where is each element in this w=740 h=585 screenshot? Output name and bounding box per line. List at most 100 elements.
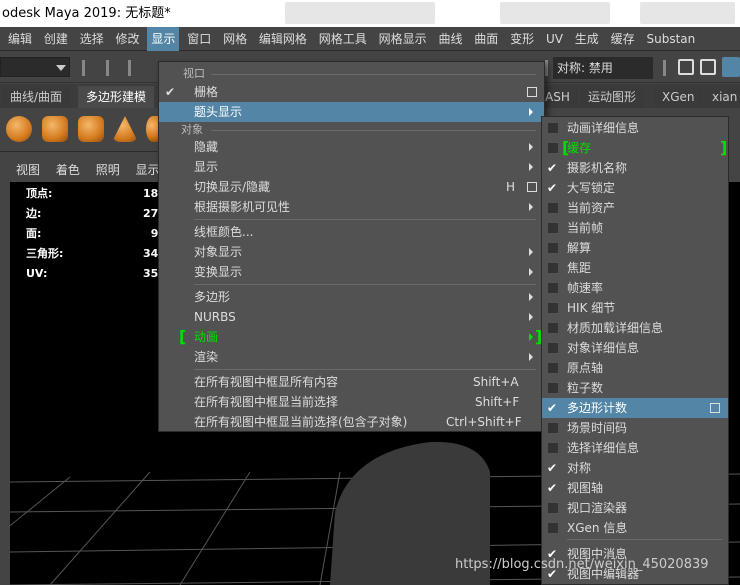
menu-edit[interactable]: 编辑	[0, 27, 36, 51]
shortcut-label: Shift+F	[475, 395, 520, 409]
menu-item-rendering[interactable]: 渲染	[159, 347, 544, 367]
submenu-arrow-icon	[529, 108, 533, 116]
hud-option-item[interactable]: 帧速率	[542, 278, 728, 298]
separator	[663, 60, 666, 76]
item-label: 当前资产	[567, 201, 616, 215]
poly-count-hud: 顶点:180 边:270 面:96 三角形:348 UV:354	[26, 184, 166, 284]
vp-menu-shading[interactable]: 着色	[50, 158, 86, 182]
menu-deform[interactable]: 变形	[506, 27, 538, 51]
hud-option-item[interactable]: 原点轴	[542, 358, 728, 378]
menu-cache[interactable]: 缓存	[607, 27, 639, 51]
menu-mesh-tools[interactable]: 网格工具	[315, 27, 371, 51]
render-view-icon[interactable]	[700, 59, 716, 75]
menu-select[interactable]: 选择	[76, 27, 108, 51]
menu-item-polygons[interactable]: 多边形	[159, 287, 544, 307]
hud-option-item[interactable]: 当前资产	[542, 198, 728, 218]
tab-curves-surfaces[interactable]: 曲线/曲面	[2, 86, 71, 108]
tab-xgen[interactable]: XGen	[654, 86, 703, 108]
menu-uv[interactable]: UV	[542, 27, 567, 51]
menu-item-show[interactable]: 显示	[159, 157, 544, 177]
menu-display[interactable]: 显示	[147, 27, 180, 51]
hud-option-item[interactable]: 粒子数	[542, 378, 728, 398]
symmetry-field[interactable]: 对称: 禁用	[553, 57, 653, 79]
tab-poly-modeling[interactable]: 多边形建模	[78, 86, 155, 108]
menu-item-heads-up-display[interactable]: 题头显示	[159, 102, 544, 122]
option-box-icon[interactable]	[710, 403, 720, 413]
menu-curves[interactable]: 曲线	[434, 27, 466, 51]
poly-sphere-icon[interactable]	[6, 116, 32, 142]
hud-option-item[interactable]: ✔ 视图轴	[542, 478, 728, 498]
menu-item-nurbs[interactable]: NURBS	[159, 307, 544, 327]
checkbox-icon	[548, 423, 558, 433]
hud-option-item[interactable]: 当前帧	[542, 218, 728, 238]
render-icon[interactable]	[678, 59, 694, 75]
menu-item-frame-selection-children[interactable]: 在所有视图中框显当前选择(包含子对象) Ctrl+Shift+F	[159, 412, 544, 432]
hud-option-item[interactable]: ✔ 多边形计数	[542, 398, 728, 418]
item-label: 粒子数	[567, 381, 604, 395]
menu-windows[interactable]: 窗口	[183, 27, 215, 51]
tab-motion-graphics[interactable]: 运动图形	[580, 86, 645, 108]
menu-mesh-display[interactable]: 网格显示	[375, 27, 431, 51]
submenu-arrow-icon	[529, 353, 533, 361]
hud-option-item[interactable]: ✔ 摄影机名称	[542, 158, 728, 178]
option-box-icon[interactable]	[527, 182, 537, 192]
hud-option-item[interactable]: 视口渲染器	[542, 498, 728, 518]
poly-cube-icon[interactable]	[42, 116, 68, 142]
item-label: 对象显示	[194, 245, 243, 259]
hud-option-item[interactable]: 缓存[]	[542, 138, 728, 158]
checkbox-icon	[548, 263, 558, 273]
menu-surfaces[interactable]: 曲面	[470, 27, 502, 51]
vp-menu-lighting[interactable]: 照明	[90, 158, 126, 182]
item-label: 渲染	[194, 350, 219, 364]
checkbox-icon	[548, 363, 558, 373]
vp-menu-view[interactable]: 视图	[10, 158, 46, 182]
menu-mesh[interactable]: 网格	[219, 27, 251, 51]
hud-option-item[interactable]: XGen 信息	[542, 518, 728, 538]
hud-row: 三角形: 348	[26, 244, 166, 264]
menu-item-frame-all[interactable]: 在所有视图中框显所有内容 Shift+A	[159, 372, 544, 392]
menu-item-frame-selection[interactable]: 在所有视图中框显当前选择 Shift+F	[159, 392, 544, 412]
section-viewport: 视口	[183, 67, 205, 80]
check-icon: ✔	[547, 401, 558, 415]
hud-option-item[interactable]: 选择详细信息	[542, 438, 728, 458]
menu-item-toggle[interactable]: 切换显示/隐藏 H	[159, 177, 544, 197]
menu-item-wireframe-color[interactable]: 线框颜色...	[159, 222, 544, 242]
hud-option-item[interactable]: 动画详细信息	[542, 118, 728, 138]
chevron-down-icon	[56, 65, 66, 71]
submenu-arrow-icon	[529, 333, 533, 341]
hud-option-item[interactable]: HIK 细节	[542, 298, 728, 318]
menu-generate[interactable]: 生成	[571, 27, 603, 51]
menu-item-hide[interactable]: 隐藏	[159, 137, 544, 157]
hud-option-item[interactable]: ✔ 大写锁定	[542, 178, 728, 198]
hud-option-item[interactable]: 材质加载详细信息	[542, 318, 728, 338]
menu-item-animation[interactable]: [ 动画 ]	[159, 327, 544, 347]
hud-option-item[interactable]: 场景时间码	[542, 418, 728, 438]
menu-create[interactable]: 创建	[40, 27, 72, 51]
item-label: 动画	[194, 330, 219, 344]
hud-option-item[interactable]: 焦距	[542, 258, 728, 278]
menu-edit-mesh[interactable]: 编辑网格	[255, 27, 311, 51]
ipr-render-icon[interactable]	[722, 57, 740, 77]
menu-substance[interactable]: Substan	[642, 27, 699, 51]
poly-cylinder-icon[interactable]	[78, 116, 104, 142]
item-label: 多边形计数	[567, 401, 628, 415]
menu-modify[interactable]: 修改	[112, 27, 144, 51]
item-label: 动画详细信息	[567, 121, 640, 135]
title-bar: odesk Maya 2019: 无标题*	[0, 0, 740, 27]
mode-dropdown[interactable]	[0, 57, 70, 77]
menu-item-transform-display[interactable]: 变换显示	[159, 262, 544, 282]
hud-option-item[interactable]: 对象详细信息	[542, 338, 728, 358]
hud-option-item[interactable]: ✔ 对称	[542, 458, 728, 478]
tab-xian[interactable]: xian	[704, 86, 740, 108]
item-label: 缓存	[567, 141, 592, 155]
hud-option-item[interactable]: 解算	[542, 238, 728, 258]
menu-item-grid[interactable]: ✔ 栅格	[159, 82, 544, 102]
checkbox-icon	[548, 503, 558, 513]
menu-item-camera-visibility[interactable]: 根据摄影机可见性	[159, 197, 544, 217]
item-label: 选择详细信息	[567, 441, 640, 455]
menu-item-object-display[interactable]: 对象显示	[159, 242, 544, 262]
poly-cone-icon[interactable]	[112, 116, 138, 142]
section-object: 对象	[181, 123, 203, 136]
item-label: 切换显示/隐藏	[194, 180, 271, 194]
option-box-icon[interactable]	[527, 87, 537, 97]
